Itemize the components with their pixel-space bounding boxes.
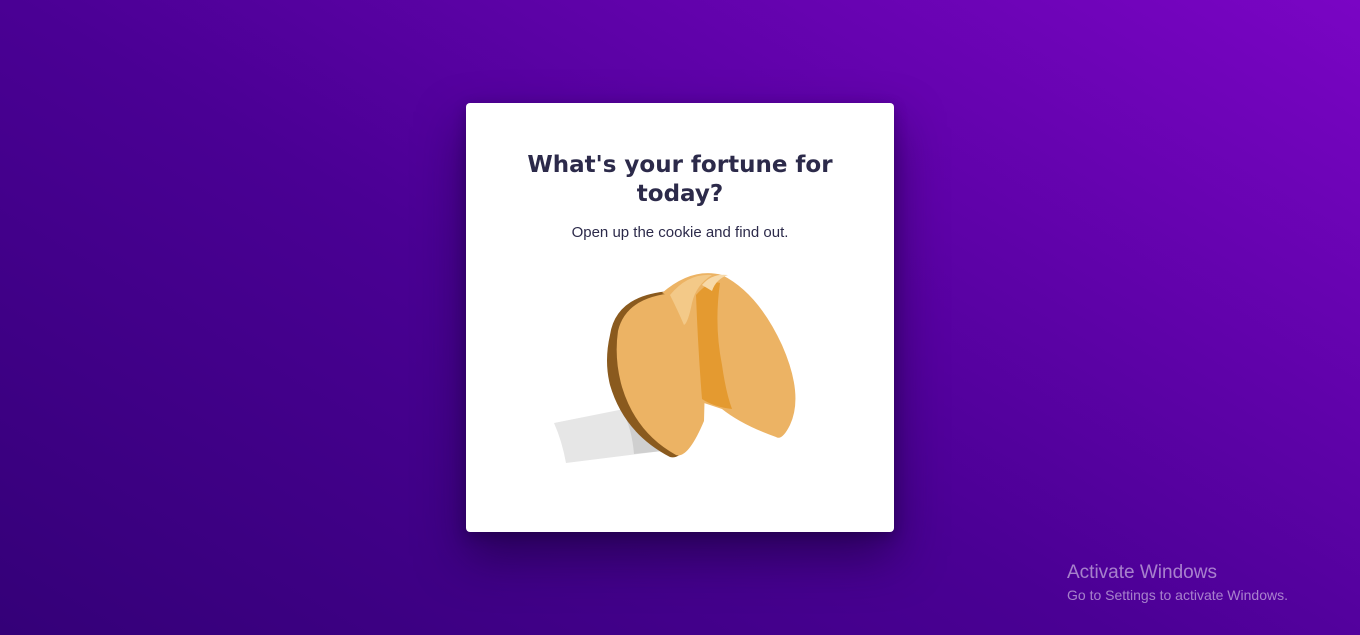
- card-subtitle: Open up the cookie and find out.: [571, 224, 789, 241]
- fortune-cookie-icon: [554, 273, 796, 463]
- fortune-card: What's your fortune for today? Open up t…: [466, 103, 894, 532]
- watermark-title: Activate Windows: [1067, 562, 1217, 583]
- watermark-subtitle: Go to Settings to activate Windows.: [1067, 587, 1288, 603]
- fortune-cookie-button[interactable]: [552, 265, 808, 465]
- activate-windows-watermark: Activate Windows Go to Settings to activ…: [1067, 562, 1288, 604]
- card-title: What's your fortune for today?: [527, 152, 833, 207]
